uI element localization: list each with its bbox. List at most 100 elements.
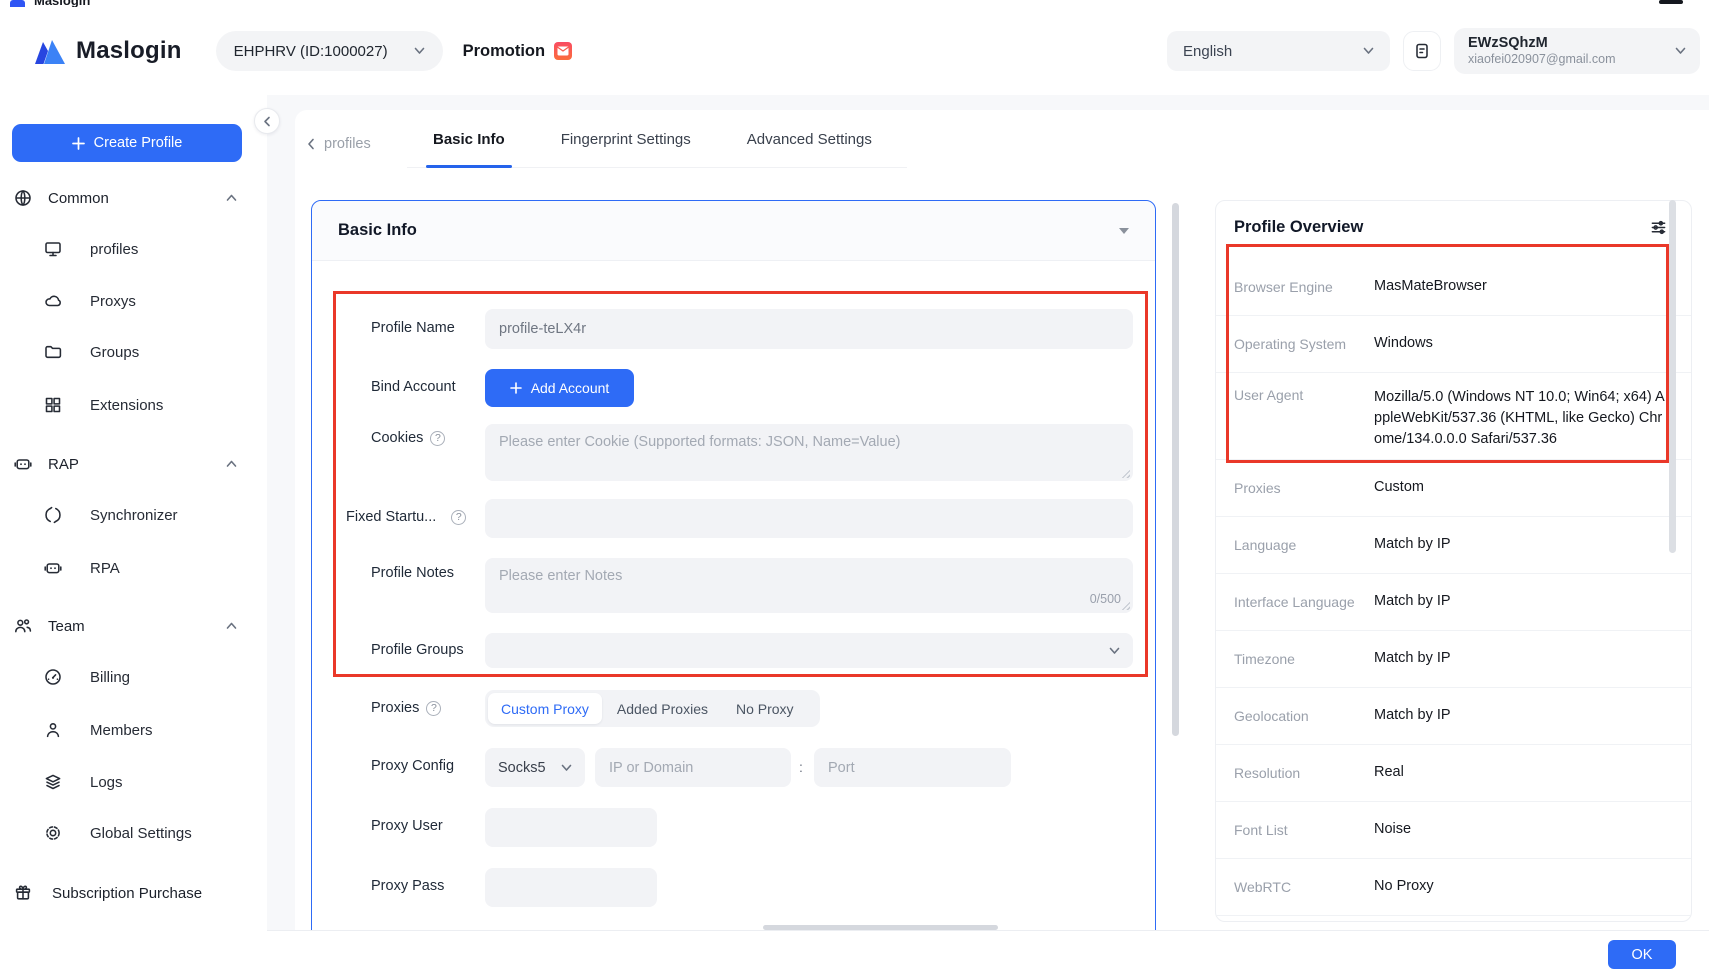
promotion-link[interactable]: Promotion <box>463 42 573 61</box>
sidebar-item-billing[interactable]: Billing <box>0 657 267 697</box>
sidebar-item-rpa[interactable]: RPA <box>0 548 267 588</box>
sidebar-item-members[interactable]: Members <box>0 710 267 750</box>
profile-name-input[interactable] <box>485 309 1133 349</box>
cloud-icon <box>44 292 62 310</box>
person-icon <box>44 721 62 739</box>
globe-icon <box>14 189 32 207</box>
chevron-down-icon <box>1675 47 1686 55</box>
card-vertical-scrollbar[interactable] <box>1172 203 1179 736</box>
robot-icon <box>44 559 62 577</box>
proxies-label-text: Proxies <box>371 700 419 716</box>
language-selector[interactable]: English <box>1167 31 1390 71</box>
proxies-segmented-control: Custom Proxy Added Proxies No Proxy <box>485 690 820 727</box>
help-icon[interactable]: ? <box>451 510 466 525</box>
sidebar-item-proxys[interactable]: Proxys <box>0 281 267 321</box>
sidebar-collapse-button[interactable] <box>254 108 280 134</box>
overview-row-geolocation: Geolocation Match by IP <box>1216 688 1691 745</box>
profile-name-label: Profile Name <box>371 320 455 336</box>
browser-tab-title: Maslogin <box>34 0 90 7</box>
workspace-label: EHPHRV (ID:1000027) <box>234 43 388 60</box>
chevron-down-icon <box>1363 47 1374 55</box>
profile-overview-header: Profile Overview <box>1216 201 1691 253</box>
sidebar-item-label: Proxys <box>90 293 136 310</box>
proxy-option-added-proxies[interactable]: Added Proxies <box>604 693 721 724</box>
sidebar-item-synchronizer[interactable]: Synchronizer <box>0 495 267 535</box>
overview-label: Browser Engine <box>1234 279 1374 295</box>
proxy-option-no-proxy[interactable]: No Proxy <box>723 693 807 724</box>
overview-label: Timezone <box>1234 651 1374 667</box>
collapse-caret-icon[interactable] <box>1119 228 1129 234</box>
account-menu[interactable]: EWzSQhzM xiaofei020907@gmail.com <box>1454 28 1700 74</box>
chevron-up-icon <box>226 194 237 202</box>
proxy-pass-input[interactable] <box>485 868 657 907</box>
profile-notes-textarea[interactable] <box>485 558 1133 613</box>
tab-fingerprint-settings[interactable]: Fingerprint Settings <box>556 110 696 168</box>
breadcrumb-back[interactable]: profiles <box>307 136 371 152</box>
sidebar-item-extensions[interactable]: Extensions <box>0 385 267 425</box>
create-profile-label: Create Profile <box>94 135 183 151</box>
overview-vertical-scrollbar[interactable] <box>1669 200 1676 553</box>
add-account-button[interactable]: Add Account <box>485 369 634 407</box>
basic-info-form: Profile Name Bind Account Add Account <box>312 261 1155 930</box>
header-right-cluster: English EWzSQhzM xiaofei020907@gmail.com <box>1167 28 1700 74</box>
add-account-label: Add Account <box>531 380 610 396</box>
overview-value: Noise <box>1374 819 1411 840</box>
footer-bar: OK <box>267 930 1709 975</box>
profile-groups-select[interactable] <box>485 633 1133 668</box>
maslogin-logo-icon <box>33 38 67 65</box>
proxy-user-label: Proxy User <box>371 818 443 834</box>
sidebar-item-profiles[interactable]: profiles <box>0 229 267 269</box>
sidebar-item-label: Synchronizer <box>90 507 178 524</box>
overview-value: Mozilla/5.0 (Windows NT 10.0; Win64; x64… <box>1374 387 1667 450</box>
document-icon-button[interactable] <box>1403 31 1441 71</box>
sidebar-section-label: Team <box>48 618 85 635</box>
maslogin-app: Maslogin Maslogin EHPHRV (ID:1000027) Pr… <box>0 0 1709 975</box>
help-icon[interactable]: ? <box>430 431 445 446</box>
overview-label: User Agent <box>1234 387 1374 403</box>
proxy-ip-input[interactable] <box>595 748 791 787</box>
tab-advanced-settings[interactable]: Advanced Settings <box>742 110 877 168</box>
filter-settings-icon[interactable] <box>1650 219 1667 236</box>
cookies-textarea[interactable] <box>485 424 1133 481</box>
proxy-user-input[interactable] <box>485 808 657 847</box>
workspace-selector[interactable]: EHPHRV (ID:1000027) <box>216 31 443 71</box>
help-icon[interactable]: ? <box>426 701 441 716</box>
proxies-label: Proxies ? <box>371 700 441 716</box>
folder-icon <box>44 343 62 361</box>
basic-info-card-header: Basic Info <box>312 201 1155 261</box>
monitor-icon <box>44 240 62 258</box>
user-email: xiaofei020907@gmail.com <box>1468 52 1616 68</box>
sidebar-item-global-settings[interactable]: Global Settings <box>0 813 267 853</box>
sidebar-item-label: Extensions <box>90 397 163 414</box>
overview-label: Operating System <box>1234 336 1374 352</box>
overview-row-timezone: Timezone Match by IP <box>1216 631 1691 688</box>
sidebar-section-common[interactable]: Common <box>0 178 267 218</box>
overview-label: Proxies <box>1234 480 1374 496</box>
sidebar-section-rap[interactable]: RAP <box>0 444 267 484</box>
sidebar-item-label: Logs <box>90 774 123 791</box>
brand-logo[interactable]: Maslogin <box>33 37 182 65</box>
overview-value: Match by IP <box>1374 648 1451 669</box>
proxy-option-custom-proxy[interactable]: Custom Proxy <box>488 693 602 724</box>
plus-icon <box>510 382 522 394</box>
proxy-protocol-select[interactable]: Socks5 <box>485 748 585 787</box>
chevron-down-icon <box>561 764 572 772</box>
promotion-envelope-icon <box>554 42 572 60</box>
sidebar-item-subscription-purchase[interactable]: Subscription Purchase <box>0 873 267 913</box>
proxy-port-input[interactable] <box>814 748 1011 787</box>
fixed-startup-label: Fixed Startu... ? <box>346 509 466 525</box>
ok-button[interactable]: OK <box>1608 940 1676 969</box>
tab-basic-info[interactable]: Basic Info <box>428 110 510 168</box>
overview-row-operating-system: Operating System Windows <box>1216 316 1691 373</box>
sidebar-item-label: profiles <box>90 241 138 258</box>
sidebar-item-groups[interactable]: Groups <box>0 332 267 372</box>
chevron-down-icon <box>1109 647 1120 655</box>
proxy-separator: : <box>799 759 803 775</box>
chevron-up-icon <box>226 460 237 468</box>
overview-row-resolution: Resolution Real <box>1216 745 1691 802</box>
grid-icon <box>44 396 62 414</box>
sidebar-section-team[interactable]: Team <box>0 606 267 646</box>
fixed-startup-input[interactable] <box>485 499 1133 538</box>
sidebar-item-logs[interactable]: Logs <box>0 762 267 802</box>
create-profile-button[interactable]: Create Profile <box>12 124 242 162</box>
